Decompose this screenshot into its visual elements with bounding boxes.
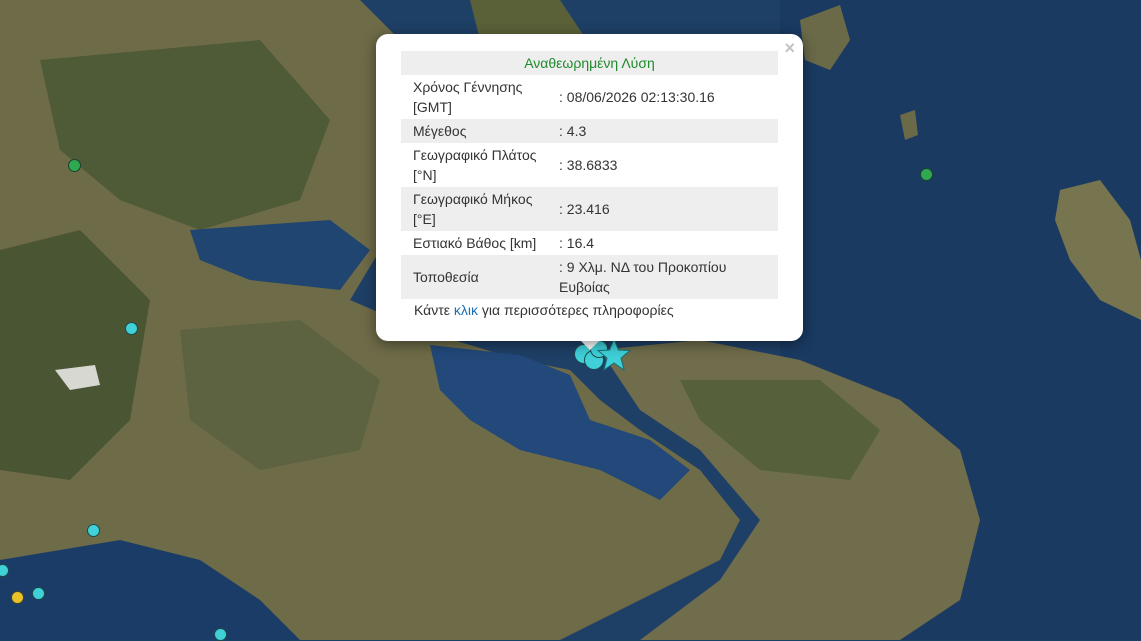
close-icon[interactable]: × xyxy=(784,38,795,58)
longitude-value: : 23.416 xyxy=(559,187,778,231)
more-info-suffix: για περισσότερες πληροφορίες xyxy=(478,302,674,318)
depth-label: Εστιακό Βάθος [km] xyxy=(413,235,537,251)
origin-time-label: Χρόνος Γέννησης [GMT] xyxy=(413,79,523,115)
location-value: : 9 Χλμ. ΝΔ του Προκοπίου Ευβοίας xyxy=(559,255,778,299)
more-info-link[interactable]: κλικ xyxy=(454,302,478,318)
location-label: Τοποθεσία xyxy=(401,255,559,299)
earthquake-marker-yellow[interactable] xyxy=(11,591,24,604)
earthquake-marker-green[interactable] xyxy=(68,159,81,172)
more-info-text: Κάντε κλικ για περισσότερες πληροφορίες xyxy=(414,302,674,318)
table-row: Μέγεθος : 4.3 xyxy=(401,119,778,143)
star-icon[interactable] xyxy=(596,337,632,373)
earthquake-marker-cyan[interactable] xyxy=(214,628,227,641)
earthquake-marker-cyan[interactable] xyxy=(87,524,100,537)
table-row: Χρόνος Γέννησης [GMT] : 08/06/2026 02:13… xyxy=(401,75,778,119)
table-row: Γεωγραφικό Μήκος [°E] : 23.416 xyxy=(401,187,778,231)
table-row: Εστιακό Βάθος [km] : 16.4 xyxy=(401,231,778,255)
earthquake-marker-cyan[interactable] xyxy=(125,322,138,335)
earthquake-marker-cyan[interactable] xyxy=(32,587,45,600)
earthquake-info-table: Αναθεωρημένη Λύση Χρόνος Γέννησης [GMT] … xyxy=(401,51,778,299)
more-info-prefix: Κάντε xyxy=(414,302,454,318)
earthquake-info-popup: × Αναθεωρημένη Λύση Χρόνος Γέννησης [GMT… xyxy=(376,34,803,341)
longitude-label: Γεωγραφικό Μήκος [°E] xyxy=(401,187,559,231)
latitude-value: : 38.6833 xyxy=(559,157,618,173)
popup-title: Αναθεωρημένη Λύση xyxy=(401,51,778,75)
popup-pointer xyxy=(580,340,600,350)
depth-value: : 16.4 xyxy=(559,235,595,251)
table-row: Αναθεωρημένη Λύση xyxy=(401,51,778,75)
magnitude-label: Μέγεθος xyxy=(401,119,559,143)
origin-time-value: : 08/06/2026 02:13:30.16 xyxy=(559,89,715,105)
earthquake-marker-green[interactable] xyxy=(920,168,933,181)
latitude-label: Γεωγραφικό Πλάτος [°N] xyxy=(413,147,537,183)
table-row: Τοποθεσία : 9 Χλμ. ΝΔ του Προκοπίου Ευβο… xyxy=(401,255,778,299)
magnitude-value: : 4.3 xyxy=(559,119,778,143)
table-row: Γεωγραφικό Πλάτος [°N] : 38.6833 xyxy=(401,143,778,187)
